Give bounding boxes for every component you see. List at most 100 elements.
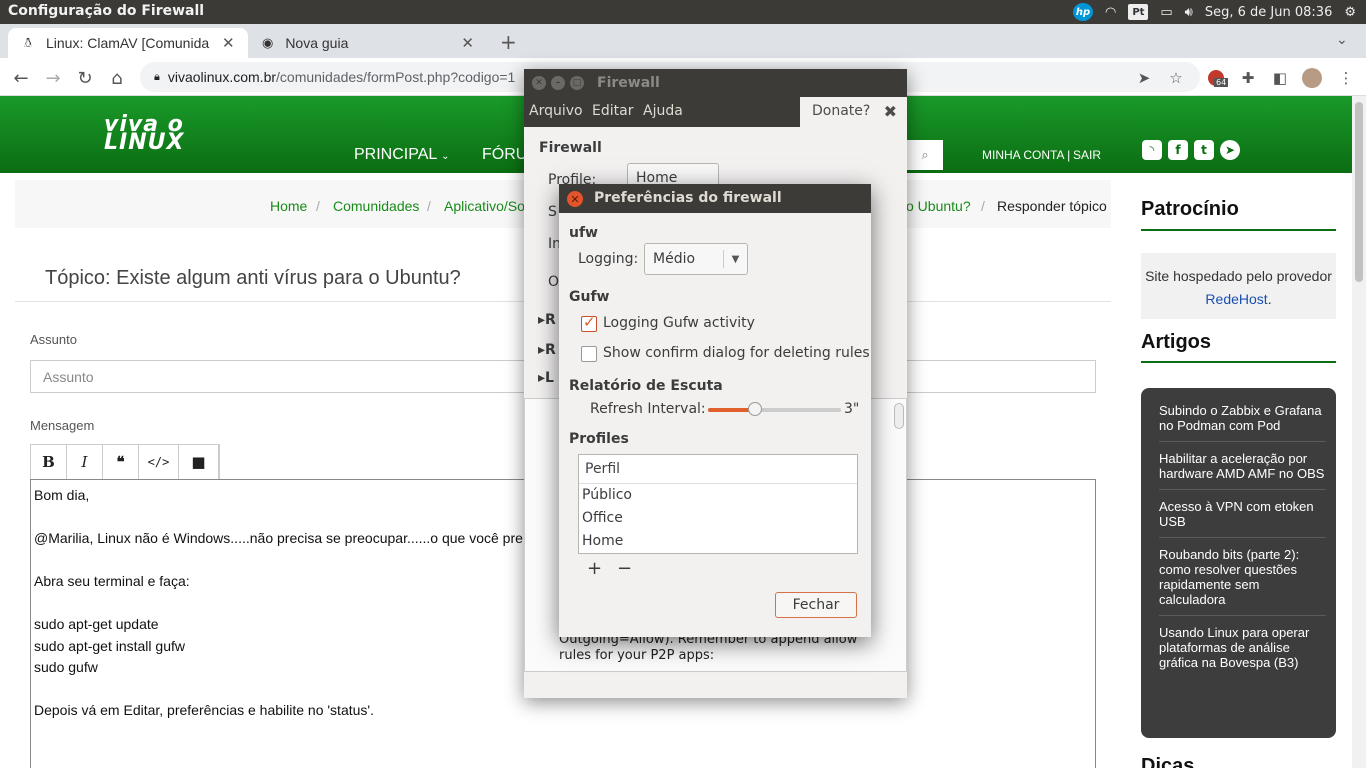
- hp-printer-icon[interactable]: hp: [1073, 3, 1094, 21]
- nav-principal[interactable]: PRINCIPAL ⌄: [354, 146, 450, 164]
- active-window-title: Configuração do Firewall: [8, 3, 205, 19]
- logout-link[interactable]: SAIR: [1073, 148, 1101, 162]
- code-button[interactable]: </>: [139, 445, 179, 479]
- list-item[interactable]: Home: [579, 530, 857, 553]
- home-icon[interactable]: ⌂: [106, 67, 128, 89]
- tab-search-chevron-icon[interactable]: ⌄: [1336, 32, 1348, 48]
- confirm-delete-checkbox[interactable]: [581, 346, 597, 362]
- breadcrumb-sep: /: [981, 198, 985, 214]
- logging-combo[interactable]: Médio ▼: [644, 243, 748, 275]
- breadcrumb-topic[interactable]: o Ubuntu?: [906, 198, 971, 214]
- bold-button[interactable]: B: [31, 445, 67, 479]
- expander-log[interactable]: ▸L: [538, 370, 554, 386]
- nav-forum[interactable]: FÓRU: [482, 146, 527, 164]
- breadcrumb-aplicativo[interactable]: Aplicativo/So: [444, 198, 525, 214]
- telegram-icon[interactable]: ➤: [1220, 140, 1240, 160]
- adblock-extension-icon[interactable]: 64: [1206, 68, 1229, 88]
- article-item[interactable]: Usando Linux para operar plataformas de …: [1159, 616, 1326, 678]
- article-item[interactable]: Subindo o Zabbix e Grafana no Podman com…: [1159, 394, 1326, 442]
- refresh-interval-value: 3": [844, 401, 860, 417]
- reload-icon[interactable]: ↻: [74, 67, 96, 89]
- quote-button[interactable]: ❝: [103, 445, 139, 479]
- refresh-interval-label: Refresh Interval:: [590, 401, 706, 417]
- video-button[interactable]: ■: [179, 445, 219, 479]
- italic-button[interactable]: I: [67, 445, 103, 479]
- menu-kebab-icon[interactable]: ⋮: [1336, 68, 1356, 88]
- volume-icon[interactable]: 🔊︎: [1185, 5, 1193, 20]
- tab-clamav[interactable]: 🐧︎ Linux: ClamAV [Comunida ✕: [8, 28, 248, 58]
- close-dialog-icon[interactable]: ✕: [567, 191, 583, 207]
- os-top-bar: Configuração do Firewall hp ◠ Pt ▭ 🔊︎ Se…: [0, 0, 1366, 24]
- logging-value: Médio: [653, 251, 696, 267]
- logging-gufw-checkbox[interactable]: [581, 313, 597, 332]
- back-arrow-icon[interactable]: ←: [10, 67, 32, 89]
- preferences-titlebar[interactable]: ✕ Preferências do firewall: [559, 184, 871, 213]
- sponsor-heading: Patrocínio: [1141, 198, 1239, 220]
- system-tray: hp ◠ Pt ▭ 🔊︎ Seg, 6 de Jun 08:36 ⚙: [1073, 3, 1356, 21]
- menu-ajuda[interactable]: Ajuda: [643, 103, 683, 119]
- refresh-interval-slider[interactable]: [708, 402, 841, 416]
- ufw-section-label: ufw: [569, 225, 598, 241]
- account-link[interactable]: MINHA CONTA |: [982, 148, 1070, 162]
- scrollbar-thumb[interactable]: [1355, 102, 1363, 282]
- keyboard-layout-indicator[interactable]: Pt: [1128, 4, 1149, 20]
- close-tab-icon[interactable]: ✕: [461, 34, 474, 52]
- close-donate-icon[interactable]: ✖: [884, 102, 897, 121]
- logging-gufw-label: Logging Gufw activity: [603, 315, 755, 331]
- minimize-window-icon[interactable]: –: [551, 76, 565, 90]
- send-icon[interactable]: ➤: [1134, 68, 1154, 88]
- info-scrollbar[interactable]: [894, 403, 904, 429]
- twitter-icon[interactable]: t: [1194, 140, 1214, 160]
- menu-arquivo[interactable]: Arquivo: [529, 103, 583, 119]
- firewall-titlebar[interactable]: ✕ – □ Firewall: [524, 69, 907, 97]
- avatar[interactable]: [1302, 68, 1322, 88]
- list-item[interactable]: Office: [579, 507, 857, 530]
- search-icon[interactable]: ⌕: [907, 140, 943, 170]
- clock[interactable]: Seg, 6 de Jun 08:36: [1205, 5, 1332, 20]
- facebook-icon[interactable]: f: [1168, 140, 1188, 160]
- slider-handle[interactable]: [747, 402, 762, 416]
- expander-arrow-icon: ▸: [538, 312, 546, 328]
- status-label-partial: S: [548, 204, 557, 220]
- sponsor-link[interactable]: RedeHost: [1205, 291, 1267, 307]
- tux-favicon-icon: 🐧︎: [23, 34, 32, 50]
- profiles-column-header[interactable]: Perfil: [579, 455, 857, 484]
- close-tab-icon[interactable]: ✕: [222, 34, 235, 52]
- bookmark-star-icon[interactable]: ☆: [1166, 68, 1186, 88]
- close-window-icon[interactable]: ✕: [532, 76, 546, 90]
- donate-label: Donate?: [812, 103, 871, 119]
- confirm-delete-label: Show confirm dialog for deleting rules: [603, 345, 870, 361]
- donate-tab[interactable]: Donate? ✖: [800, 97, 907, 127]
- account-label: MINHA CONTA: [982, 148, 1064, 162]
- article-item[interactable]: Habilitar a aceleração por hardware AMD …: [1159, 442, 1326, 490]
- expander-rules[interactable]: ▸R: [538, 312, 556, 328]
- settings-gear-icon[interactable]: ⚙: [1344, 5, 1356, 20]
- page-scrollbar[interactable]: [1352, 96, 1366, 768]
- add-profile-button[interactable]: +: [587, 558, 602, 579]
- wifi-icon[interactable]: ◠: [1105, 5, 1116, 20]
- url-path: /comunidades/formPost.php?codigo=1: [276, 69, 516, 85]
- article-item[interactable]: Acesso à VPN com etoken USB: [1159, 490, 1326, 538]
- tab-new[interactable]: ◉ Nova guia ✕: [248, 28, 486, 58]
- remove-profile-button[interactable]: −: [617, 558, 632, 579]
- article-item[interactable]: Roubando bits (parte 2): como resolver q…: [1159, 538, 1326, 616]
- social-icons: ◝ f t ➤: [1142, 140, 1240, 160]
- expander-report[interactable]: ▸R: [538, 342, 556, 358]
- battery-icon[interactable]: ▭: [1160, 5, 1172, 20]
- breadcrumb-sep: /: [427, 198, 431, 214]
- breadcrumb-comunidades[interactable]: Comunidades: [333, 198, 419, 214]
- menu-editar[interactable]: Editar: [592, 103, 633, 119]
- extensions-puzzle-icon[interactable]: ✚: [1238, 68, 1258, 88]
- maximize-window-icon[interactable]: □: [570, 76, 584, 90]
- site-logo[interactable]: viva o LINUX: [104, 114, 184, 154]
- new-tab-icon[interactable]: +: [500, 30, 517, 54]
- profiles-section-label: Profiles: [569, 431, 629, 447]
- rss-icon[interactable]: ◝: [1142, 140, 1162, 160]
- close-button[interactable]: Fechar: [775, 592, 857, 618]
- nav-label: PRINCIPAL: [354, 146, 437, 163]
- list-item[interactable]: Público: [579, 484, 857, 507]
- breadcrumb-home[interactable]: Home: [270, 198, 307, 214]
- side-panel-icon[interactable]: ◧: [1270, 68, 1290, 88]
- forward-arrow-icon[interactable]: →: [42, 67, 64, 89]
- tab-label: Nova guia: [285, 35, 349, 51]
